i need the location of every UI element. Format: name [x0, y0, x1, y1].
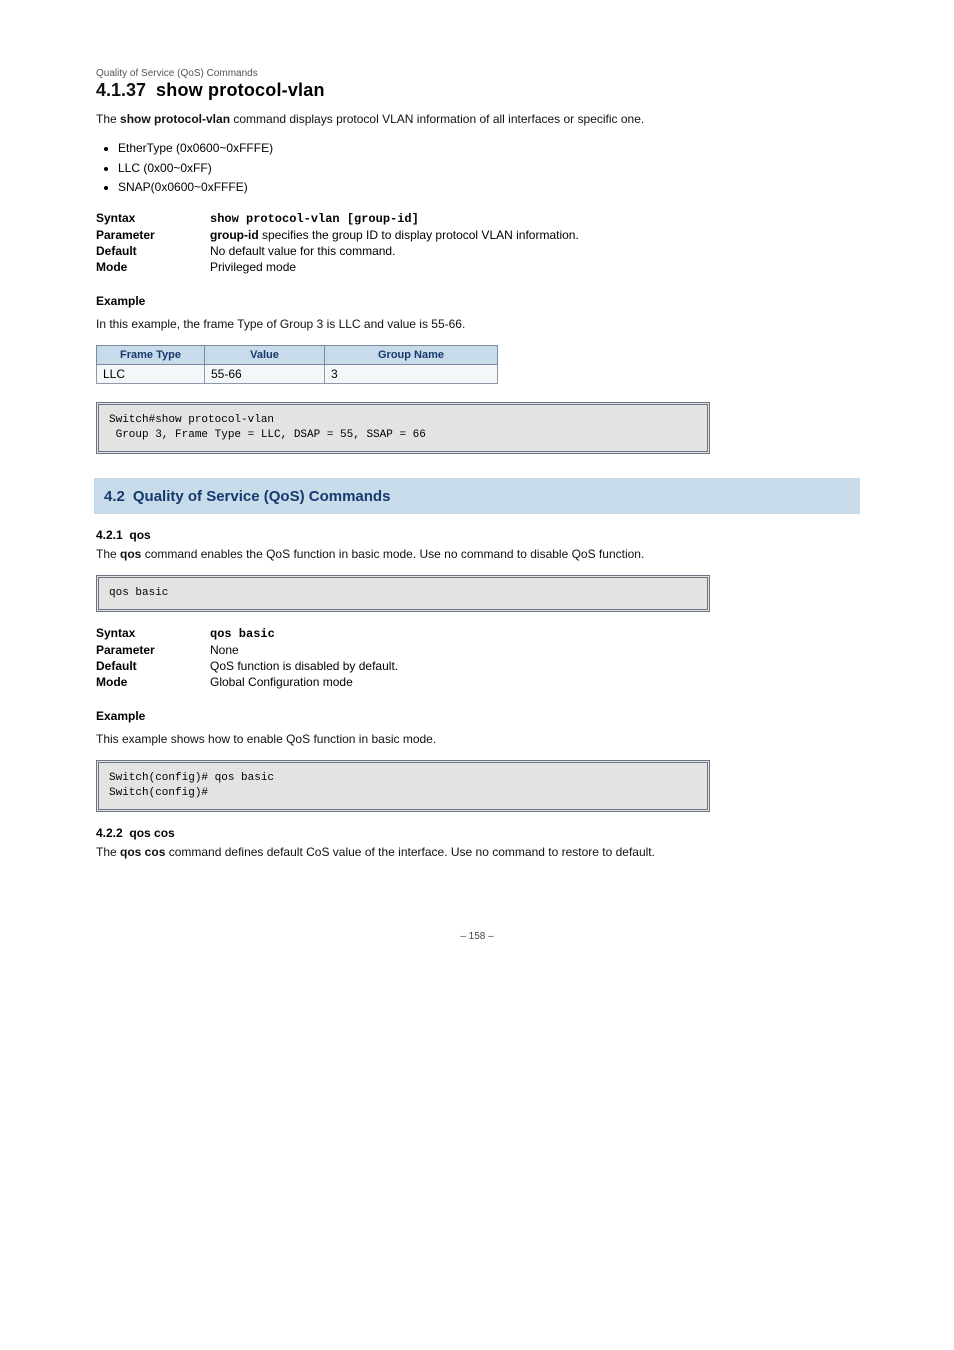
sub-mode-value: Global Configuration mode [210, 675, 353, 689]
subsection2-heading: 4.2.2 qos cos [96, 826, 858, 840]
default-row: Default No default value for this comman… [96, 244, 858, 258]
sub-syntax-label: Syntax [96, 626, 196, 641]
sub-default-row: Default QoS function is disabled by defa… [96, 659, 858, 673]
intro-command: show protocol-vlan [120, 112, 233, 126]
td-frame-type: LLC [97, 364, 205, 383]
default-label: Default [96, 244, 196, 258]
parameter-value-rest: specifies the group ID to display protoc… [262, 228, 579, 242]
sub2-cmd: qos cos [120, 845, 169, 859]
table-row: LLC 55-66 3 [97, 364, 498, 383]
sub-default-value: QoS function is disabled by default. [210, 659, 398, 673]
parameter-row: Parameter group-id specifies the group I… [96, 228, 858, 242]
sub2-lead: The [96, 845, 120, 859]
bullet-item: SNAP(0x0600~0xFFFE) [118, 179, 858, 196]
sub-syntax-value: qos basic [210, 627, 275, 641]
subsection-number: 4.2.1 [96, 528, 123, 542]
breadcrumb: Quality of Service (QoS) Commands [96, 68, 858, 79]
mode-row: Mode Privileged mode [96, 260, 858, 274]
sub-default-label: Default [96, 659, 196, 673]
subsection-heading: 4.2.1 qos [96, 528, 858, 542]
page-footer: – 158 – [96, 931, 858, 942]
bullet-item: EtherType (0x0600~0xFFFE) [118, 140, 858, 157]
sub-code-output-box: Switch(config)# qos basic Switch(config)… [96, 760, 710, 812]
parameter-value: group-id [210, 228, 262, 242]
th-frame-type: Frame Type [97, 345, 205, 364]
bullet-item: LLC (0x00~0xFF) [118, 160, 858, 177]
section-number: 4.2 [104, 488, 125, 505]
syntax-label: Syntax [96, 211, 196, 226]
mode-label: Mode [96, 260, 196, 274]
subsection-intro: The qos command enables the QoS function… [96, 546, 858, 563]
intro-lead: The [96, 112, 120, 126]
subsection2-title: qos cos [129, 826, 174, 840]
bullet-list: EtherType (0x0600~0xFFFE) LLC (0x00~0xFF… [96, 140, 858, 196]
subsection-title: qos [129, 528, 150, 542]
example-label: Example [96, 294, 858, 308]
section-title: Quality of Service (QoS) Commands [133, 488, 391, 505]
sub-example-label: Example [96, 709, 858, 723]
protocol-vlan-table: Frame Type Value Group Name LLC 55-66 3 [96, 345, 498, 384]
code-output-box: Switch#show protocol-vlan Group 3, Frame… [96, 402, 710, 454]
sub-mode-label: Mode [96, 675, 196, 689]
sub-example-line: This example shows how to enable QoS fun… [96, 731, 858, 748]
th-group-name: Group Name [325, 345, 498, 364]
sub-lead: The [96, 547, 120, 561]
intro-paragraph: The show protocol-vlan command displays … [96, 111, 858, 128]
sub-parameter-row: Parameter None [96, 643, 858, 657]
syntax-row: Syntax show protocol-vlan [group-id] [96, 211, 858, 226]
sub-parameter-label: Parameter [96, 643, 196, 657]
table-header-row: Frame Type Value Group Name [97, 345, 498, 364]
sub-parameter-value: None [210, 643, 239, 657]
heading-number: 4.1.37 [96, 80, 146, 101]
parameter-label: Parameter [96, 228, 196, 242]
sub-cmd: qos [120, 547, 145, 561]
heading-row: 4.1.37 show protocol-vlan [96, 80, 858, 101]
sub-mode-row: Mode Global Configuration mode [96, 675, 858, 689]
syntax-box: qos basic [96, 575, 710, 612]
default-value: No default value for this command. [210, 244, 395, 258]
sub2-rest: command defines default CoS value of the… [169, 845, 655, 859]
subsection2-number: 4.2.2 [96, 826, 123, 840]
subsection2-intro: The qos cos command defines default CoS … [96, 844, 858, 861]
mode-value: Privileged mode [210, 260, 296, 274]
sub-rest: command enables the QoS function in basi… [145, 547, 645, 561]
td-group-name: 3 [325, 364, 498, 383]
heading-title: show protocol-vlan [156, 80, 325, 101]
example-intro: In this example, the frame Type of Group… [96, 316, 858, 333]
syntax-value: show protocol-vlan [group-id] [210, 212, 419, 226]
intro-rest: command displays protocol VLAN informati… [233, 112, 644, 126]
sub-syntax-row: Syntax qos basic [96, 626, 858, 641]
td-value: 55-66 [205, 364, 325, 383]
section-bar: 4.2 Quality of Service (QoS) Commands [94, 478, 860, 514]
th-value: Value [205, 345, 325, 364]
